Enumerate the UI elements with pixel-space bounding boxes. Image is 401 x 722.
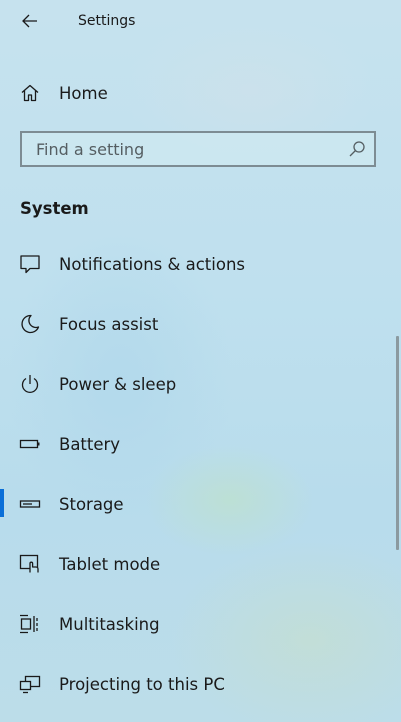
nav-item-multitasking[interactable]: Multitasking (0, 601, 393, 647)
nav-item-storage[interactable]: Storage (0, 481, 393, 527)
home-link[interactable]: Home (0, 70, 393, 116)
nav-label: Storage (59, 494, 124, 514)
battery-icon (19, 433, 41, 455)
window-title: Settings (78, 13, 136, 29)
storage-icon (19, 493, 41, 515)
title-bar: Settings (0, 0, 401, 44)
nav-label: Notifications & actions (59, 254, 246, 274)
notification-icon (19, 253, 41, 275)
projecting-icon (19, 673, 41, 695)
nav-item-focus-assist[interactable]: Focus assist (0, 301, 393, 347)
nav-label: Power & sleep (59, 374, 177, 394)
nav-item-battery[interactable]: Battery (0, 421, 393, 467)
nav-label: Battery (59, 434, 121, 454)
multitasking-icon (19, 613, 41, 635)
tablet-mode-icon (19, 553, 41, 575)
nav-item-power-sleep[interactable]: Power & sleep (0, 361, 393, 407)
nav-label: Tablet mode (59, 554, 161, 574)
nav-label: Projecting to this PC (59, 674, 225, 694)
moon-icon (19, 313, 41, 335)
nav-item-notifications[interactable]: Notifications & actions (0, 241, 393, 287)
back-button[interactable] (14, 6, 46, 36)
search-box[interactable] (20, 131, 376, 167)
search-icon[interactable] (348, 140, 366, 158)
search-input[interactable] (22, 133, 342, 165)
home-label: Home (59, 83, 108, 103)
nav-label: Multitasking (59, 614, 160, 634)
nav-item-tablet-mode[interactable]: Tablet mode (0, 541, 393, 587)
section-title-system: System (20, 199, 89, 218)
home-icon (19, 82, 41, 104)
power-icon (19, 373, 41, 395)
nav-label: Focus assist (59, 314, 159, 334)
scrollbar-thumb[interactable] (396, 336, 399, 550)
back-arrow-icon (22, 14, 38, 28)
nav-item-projecting[interactable]: Projecting to this PC (0, 661, 393, 707)
